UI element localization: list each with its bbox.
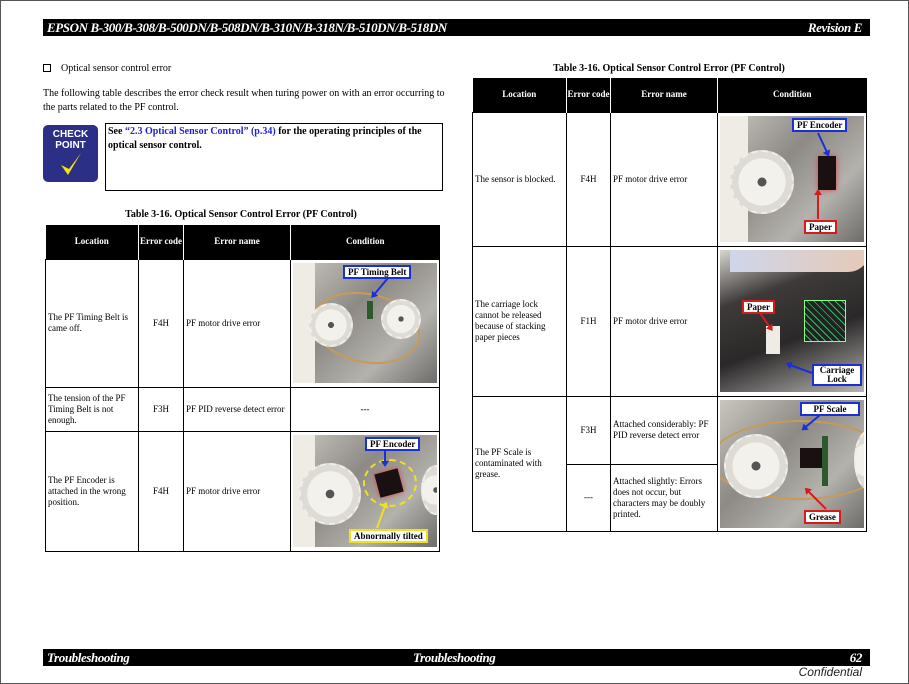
header-error-name: Error name	[183, 225, 291, 259]
note-prefix: See	[108, 126, 125, 137]
location-cell: The PF Encoder is attached in the wrong …	[45, 430, 139, 552]
condition-cell: PF Timing Belt	[290, 258, 440, 388]
location-cell: The carriage lock cannot be released bec…	[472, 245, 567, 397]
condition-cell: PF Scale Grease	[717, 395, 867, 532]
right-table-caption: Table 3-16. Optical Sensor Control Error…	[553, 63, 785, 74]
label-pf-scale: PF Scale	[800, 401, 860, 416]
condition-cell: Paper Carriage Lock	[717, 245, 867, 397]
arrow-icon	[787, 363, 813, 374]
checkbox-bullet-icon	[43, 64, 51, 72]
intro-paragraph: The following table describes the error …	[43, 88, 445, 113]
table-row: The sensor is blocked. F4H PF motor driv…	[472, 111, 867, 247]
header-condition: Condition	[717, 78, 867, 112]
error-code-cell: F4H	[138, 258, 184, 388]
arrow-icon	[384, 451, 386, 465]
document-title: EPSON B-300/B-308/B-500DN/B-508DN/B-310N…	[47, 20, 447, 35]
confidential-label: Confidential	[798, 665, 862, 679]
error-code-cell: F1H	[566, 245, 611, 397]
table-header-row: Location Error code Error name Condition	[45, 225, 440, 259]
header-error-name: Error name	[610, 78, 718, 112]
error-code-cell: F3H	[566, 395, 611, 465]
arrow-icon	[759, 312, 773, 330]
location-cell: The sensor is blocked.	[472, 111, 567, 247]
footer-left: Troubleshooting	[47, 650, 130, 665]
sensor-blocked-photo: PF Encoder Paper	[720, 116, 864, 242]
label-carriage-lock: Carriage Lock	[812, 364, 862, 386]
condition-cell: PF Encoder Abnormally tilted	[290, 430, 440, 552]
error-code-cell: F4H	[566, 111, 611, 247]
revision-label: Revision E	[807, 20, 863, 35]
reference-link[interactable]: “2.3 Optical Sensor Control” (p.34)	[125, 126, 276, 137]
label-pf-encoder: PF Encoder	[792, 118, 848, 132]
timing-belt-photo: PF Timing Belt	[293, 263, 437, 383]
label-grease: Grease	[804, 509, 841, 524]
header-condition: Condition	[290, 225, 440, 259]
page-footer-bar: Troubleshooting Troubleshooting 62	[43, 649, 870, 666]
label-pf-timing-belt: PF Timing Belt	[343, 265, 412, 279]
table-row: The PF Scale is contaminated with grease…	[472, 395, 867, 532]
error-name-cell: PF motor drive error	[610, 245, 718, 397]
encoder-tilted-photo: PF Encoder Abnormally tilted	[293, 435, 437, 547]
badge-line2: POINT	[55, 140, 86, 151]
checkmark-icon	[61, 153, 81, 175]
label-paper: Paper	[742, 300, 775, 314]
right-error-table: Location Error code Error name Condition…	[472, 78, 867, 532]
condition-cell: ---	[290, 386, 440, 432]
page-number: 62	[849, 650, 863, 665]
header-error-code: Error code	[138, 225, 184, 259]
location-cell: The PF Timing Belt is came off.	[45, 258, 139, 388]
section-title: Optical sensor control error	[43, 63, 171, 74]
condition-cell: PF Encoder Paper	[717, 111, 867, 247]
pf-scale-grease-photo: PF Scale Grease	[720, 399, 864, 528]
check-point-note: See “2.3 Optical Sensor Control” (p.34) …	[105, 123, 443, 191]
arrow-icon	[817, 191, 819, 219]
footer-center: Troubleshooting	[413, 650, 496, 665]
table-row: The PF Encoder is attached in the wrong …	[45, 430, 440, 552]
error-name-cell: PF motor drive error	[183, 258, 291, 388]
error-name-cell: PF motor drive error	[183, 430, 291, 552]
label-pf-encoder: PF Encoder	[365, 437, 421, 451]
header-error-code: Error code	[566, 78, 611, 112]
error-code-cell: ---	[566, 464, 611, 532]
table-row: The carriage lock cannot be released bec…	[472, 245, 867, 397]
page-header-bar: EPSON B-300/B-308/B-500DN/B-508DN/B-310N…	[43, 19, 870, 36]
table-header-row: Location Error code Error name Condition	[472, 78, 867, 112]
header-location: Location	[472, 78, 567, 112]
arrow-icon	[817, 132, 830, 156]
location-cell: The tension of the PF Timing Belt is not…	[45, 386, 139, 432]
section-title-text: Optical sensor control error	[61, 63, 172, 74]
arrow-icon	[376, 503, 387, 529]
arrow-icon	[371, 277, 389, 298]
error-name-cell: PF PID reverse detect error	[183, 386, 291, 432]
label-paper: Paper	[804, 220, 837, 234]
left-error-table: Location Error code Error name Condition…	[45, 225, 440, 552]
table-row: The tension of the PF Timing Belt is not…	[45, 386, 440, 432]
label-abnormally-tilted: Abnormally tilted	[349, 529, 428, 543]
check-point-badge: CHECK POINT	[43, 125, 98, 182]
header-location: Location	[45, 225, 139, 259]
location-cell: The PF Scale is contaminated with grease…	[472, 395, 567, 532]
error-name-cell: Attached considerably: PF PID reverse de…	[610, 395, 718, 465]
carriage-lock-photo: Paper Carriage Lock	[720, 250, 864, 392]
left-table-caption: Table 3-16. Optical Sensor Control Error…	[125, 209, 357, 220]
badge-line1: CHECK	[52, 129, 89, 140]
error-code-cell: F3H	[138, 386, 184, 432]
error-name-cell: Attached slightly: Errors does not occur…	[610, 464, 718, 532]
error-code-cell: F4H	[138, 430, 184, 552]
error-name-cell: PF motor drive error	[610, 111, 718, 247]
table-row: The PF Timing Belt is came off. F4H PF m…	[45, 258, 440, 388]
